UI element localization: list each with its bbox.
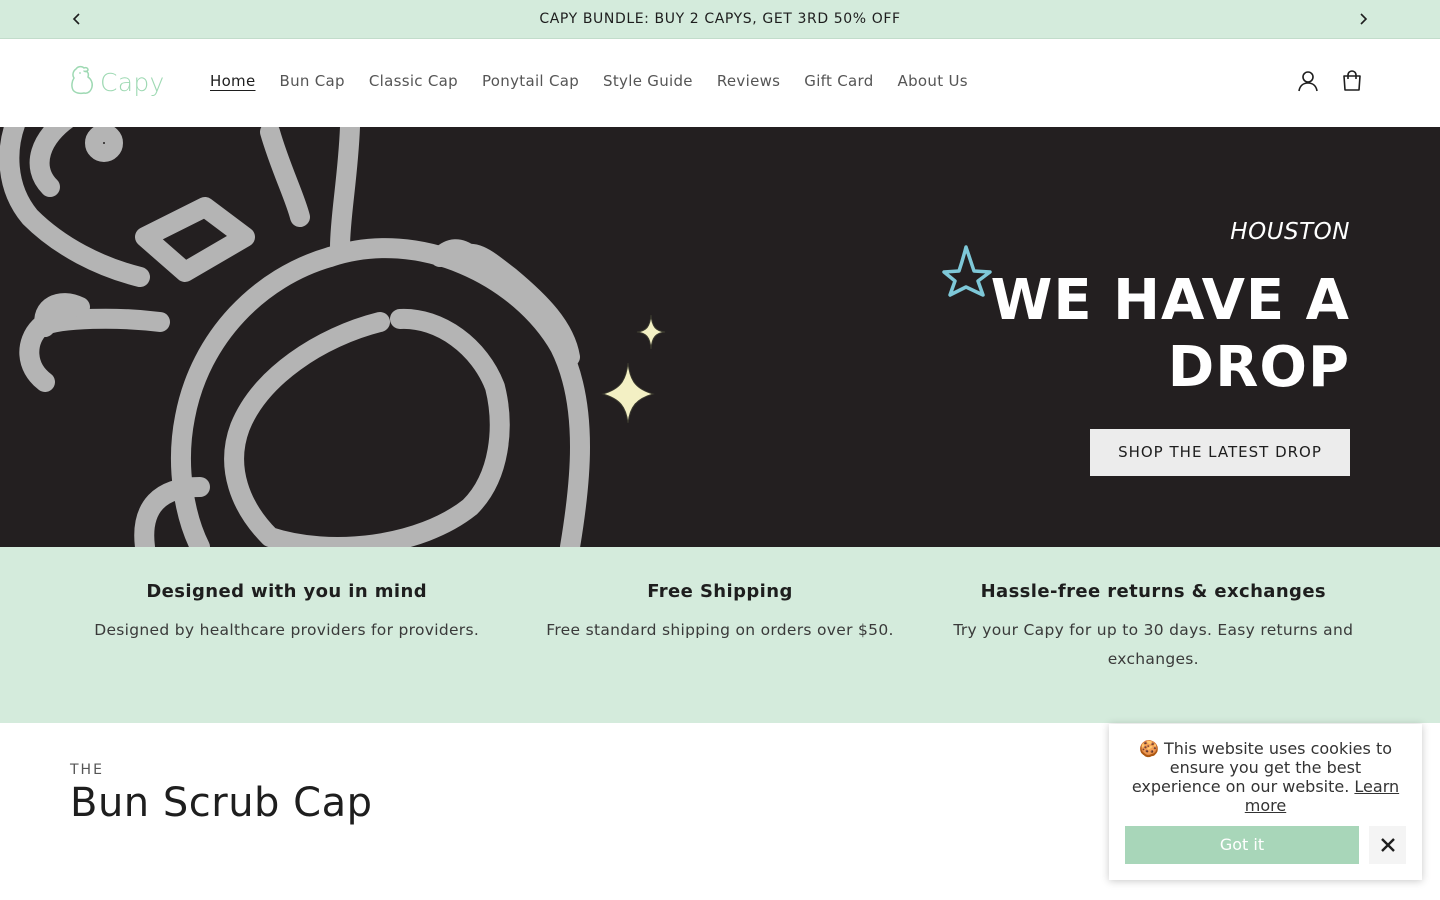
cart-icon[interactable]: [1339, 68, 1365, 94]
hero-subtitle: HOUSTON: [1230, 219, 1350, 245]
site-header: Capy Home Bun Cap Classic Cap Ponytail C…: [0, 39, 1440, 127]
nav-item-gift-card[interactable]: Gift Card: [792, 69, 885, 93]
feature-text: Designed by healthcare providers for pro…: [94, 621, 480, 639]
announcement-text: CAPY BUNDLE: BUY 2 CAPYS, GET 3RD 50% OF…: [539, 11, 901, 27]
section-eyebrow: THE: [70, 762, 104, 778]
cookie-message-text: This website uses cookies to ensure you …: [1131, 739, 1393, 796]
nav-item-about-us[interactable]: About Us: [886, 69, 980, 93]
account-icon[interactable]: [1295, 68, 1321, 94]
chevron-right-icon[interactable]: [1353, 9, 1373, 29]
feature-title: Hassle-free returns & exchanges: [980, 581, 1327, 602]
star-icon: [942, 245, 992, 297]
feature-title: Free Shipping: [647, 581, 793, 602]
cookie-message: 🍪 This website uses cookies to ensure yo…: [1125, 739, 1406, 815]
got-it-button[interactable]: Got it: [1125, 826, 1359, 864]
capybara-logo-icon: [70, 65, 96, 99]
announcement-bar: CAPY BUNDLE: BUY 2 CAPYS, GET 3RD 50% OF…: [0, 0, 1440, 39]
capy-logo[interactable]: Capy: [70, 65, 165, 99]
feature-text: Free standard shipping on orders over $5…: [546, 621, 894, 639]
sparkle-icon: [601, 314, 666, 424]
nav-item-style-guide[interactable]: Style Guide: [591, 69, 705, 93]
feature-free-shipping: Free Shipping Free standard shipping on …: [503, 547, 936, 723]
main-nav: Home Bun Cap Classic Cap Ponytail Cap St…: [198, 69, 980, 93]
feature-title: Designed with you in mind: [146, 581, 427, 602]
hero-banner: HOUSTON WE HAVE A DROP SHOP THE LATEST D…: [0, 127, 1440, 547]
close-icon[interactable]: [1369, 826, 1406, 864]
nav-item-classic-cap[interactable]: Classic Cap: [357, 69, 470, 93]
hero-title: WE HAVE A DROP: [991, 267, 1350, 401]
hero-title-line-2: DROP: [1167, 335, 1350, 400]
features-strip: Designed with you in mind Designed by he…: [0, 547, 1440, 723]
logo-text: Capy: [100, 67, 165, 97]
hero-content: HOUSTON WE HAVE A DROP SHOP THE LATEST D…: [991, 219, 1350, 476]
chevron-left-icon[interactable]: [67, 9, 87, 29]
section-title: Bun Scrub Cap: [70, 780, 373, 826]
nav-item-reviews[interactable]: Reviews: [705, 69, 792, 93]
nav-item-bun-cap[interactable]: Bun Cap: [268, 69, 357, 93]
cookie-emoji-icon: 🍪: [1138, 739, 1159, 758]
feature-designed: Designed with you in mind Designed by he…: [70, 547, 503, 723]
nav-item-ponytail-cap[interactable]: Ponytail Cap: [470, 69, 591, 93]
cookie-banner: 🍪 This website uses cookies to ensure yo…: [1109, 724, 1422, 880]
nav-item-home[interactable]: Home: [198, 69, 268, 93]
hero-title-line-1: WE HAVE A: [990, 268, 1350, 333]
shop-latest-drop-button[interactable]: SHOP THE LATEST DROP: [1090, 429, 1350, 476]
feature-returns: Hassle-free returns & exchanges Try your…: [937, 547, 1370, 723]
feature-text: Try your Capy for up to 30 days. Easy re…: [953, 621, 1354, 668]
